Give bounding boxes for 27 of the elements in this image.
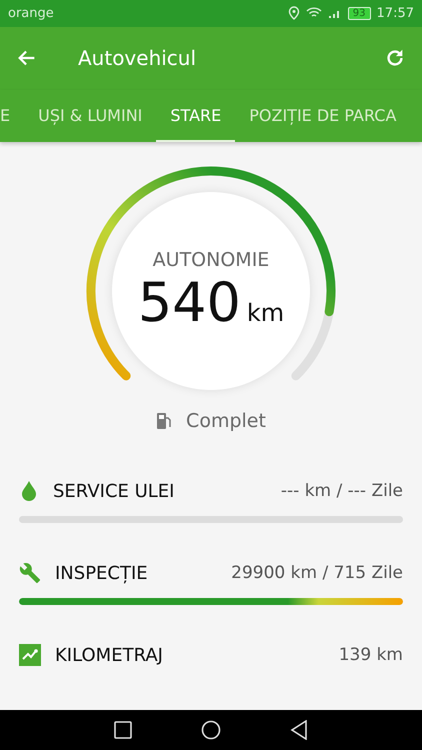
location-icon	[288, 6, 300, 20]
fuel-status: Complet	[186, 410, 266, 432]
battery-level: 93	[348, 6, 371, 20]
drop-icon	[19, 480, 39, 502]
clock-time: 17:57	[376, 6, 414, 21]
screen-title: Autovehicul	[78, 46, 198, 70]
tab[interactable]: POZIȚIE DE PARCA	[235, 90, 410, 142]
tab[interactable]: E	[0, 90, 24, 142]
item-title: SERVICE ULEI	[53, 480, 176, 502]
tab[interactable]: UȘI & LUMINI	[24, 90, 156, 142]
range-value: 540	[138, 270, 241, 334]
gauge-label: AUTONOMIE	[152, 248, 270, 271]
wifi-icon	[306, 7, 322, 20]
wrench-icon	[19, 562, 41, 584]
back-nav-button[interactable]	[290, 720, 308, 740]
item-value: --- km / --- Zile	[280, 481, 403, 502]
item-value: 29900 km / 715 Zile	[231, 563, 403, 584]
item-title: INSPECȚIE	[55, 562, 149, 584]
carrier-name: orange	[8, 6, 55, 21]
item-value: 139 km	[338, 645, 403, 666]
fuel-pump-icon	[156, 412, 172, 430]
chart-icon	[19, 644, 41, 666]
range-unit: km	[246, 298, 284, 327]
recents-button[interactable]	[114, 721, 132, 740]
item-title: KILOMETRAJ	[55, 644, 164, 666]
home-button[interactable]	[200, 720, 221, 740]
tab[interactable]: STARE	[156, 90, 236, 142]
